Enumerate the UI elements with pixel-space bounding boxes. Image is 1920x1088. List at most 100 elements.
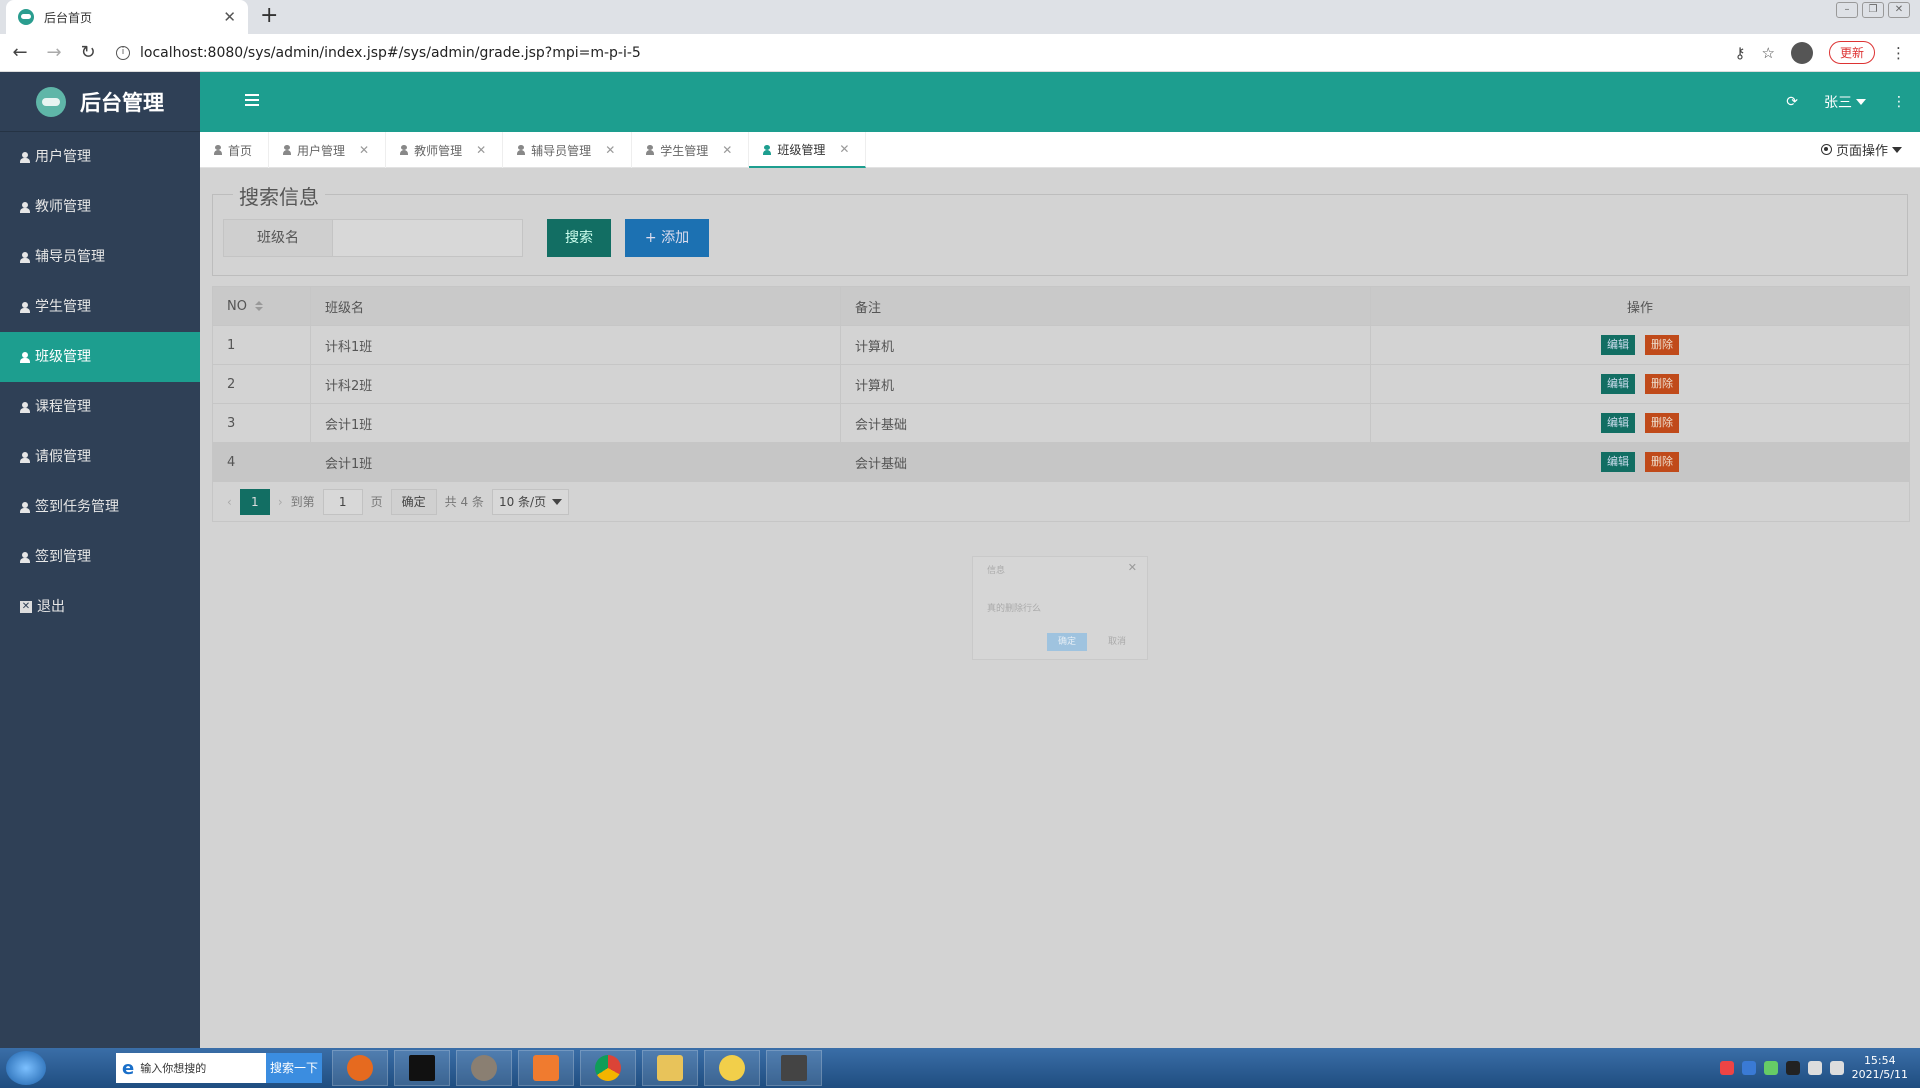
tab-students[interactable]: 学生管理 ✕ xyxy=(632,132,750,168)
sidebar-item-users[interactable]: 用户管理 xyxy=(0,132,200,182)
sidebar-item-teachers[interactable]: 教师管理 xyxy=(0,182,200,232)
sidebar-item-label: 用户管理 xyxy=(35,149,91,165)
sidebar-item-label: 签到管理 xyxy=(35,549,91,565)
edit-button[interactable]: 编辑 xyxy=(1601,413,1635,433)
goto-page-input[interactable]: 1 xyxy=(322,488,363,515)
search-legend: 搜索信息 xyxy=(233,181,325,210)
tab-label: 班级管理 xyxy=(777,142,826,157)
browser-menu-icon[interactable]: ⋮ xyxy=(1891,44,1906,62)
dialog-ok-button[interactable]: 确定 xyxy=(1047,633,1087,651)
delete-button[interactable]: 删除 xyxy=(1645,374,1679,394)
search-button[interactable]: 搜索 xyxy=(547,219,611,257)
forward-icon[interactable]: → xyxy=(40,42,68,63)
sidebar-item-checkin-tasks[interactable]: 签到任务管理 xyxy=(0,482,200,532)
total-count: 共 4 条 xyxy=(444,495,484,509)
minimize-icon[interactable]: – xyxy=(1836,2,1858,18)
cell-name: 计科2班 xyxy=(310,364,841,404)
sidebar-item-counselors[interactable]: 辅导员管理 xyxy=(0,232,200,282)
file-explorer-app-icon[interactable] xyxy=(642,1050,698,1086)
close-icon[interactable]: ✕ xyxy=(1128,561,1137,574)
more-vertical-icon[interactable]: ⋮ xyxy=(1892,94,1906,110)
restore-icon[interactable]: ❐ xyxy=(1862,2,1884,18)
chevron-down-icon xyxy=(552,498,563,505)
user-dropdown[interactable]: 张三 xyxy=(1824,92,1866,112)
ime-icon[interactable] xyxy=(1719,1061,1734,1075)
dialog-cancel-button[interactable]: 取消 xyxy=(1099,633,1135,651)
tab-users[interactable]: 用户管理 ✕ xyxy=(269,132,387,168)
edit-button[interactable]: 编辑 xyxy=(1601,452,1635,472)
close-tab-icon[interactable]: ✕ xyxy=(223,8,236,26)
close-window-icon[interactable]: ✕ xyxy=(1888,2,1910,18)
reload-icon[interactable]: ↻ xyxy=(74,42,102,63)
intellij-app-icon[interactable] xyxy=(394,1050,450,1086)
next-page-icon[interactable]: › xyxy=(278,495,283,509)
add-button[interactable]: + 添加 xyxy=(625,219,709,257)
url-field[interactable]: i localhost:8080/sys/admin/index.jsp#/sy… xyxy=(116,39,1735,67)
user-icon xyxy=(20,451,30,463)
settings-app-icon[interactable] xyxy=(518,1050,574,1086)
tab-label: 辅导员管理 xyxy=(531,143,592,158)
new-tab-icon[interactable]: + xyxy=(260,3,278,28)
sidebar-item-checkins[interactable]: 签到管理 xyxy=(0,532,200,582)
close-icon[interactable]: ✕ xyxy=(839,142,849,156)
page-size-select[interactable]: 10 条/页 xyxy=(491,488,570,515)
sidebar-item-courses[interactable]: 课程管理 xyxy=(0,382,200,432)
goto-confirm-button[interactable]: 确定 xyxy=(390,488,437,515)
clock[interactable]: 15:54 2021/5/11 xyxy=(1852,1054,1908,1082)
star-icon[interactable]: ☆ xyxy=(1762,44,1775,62)
start-button[interactable] xyxy=(6,1051,46,1085)
user-icon xyxy=(20,551,30,563)
page-number-current[interactable]: 1 xyxy=(239,488,270,515)
chrome-app-icon[interactable] xyxy=(580,1050,636,1086)
column-header-no[interactable]: NO xyxy=(212,286,311,326)
site-info-icon[interactable]: i xyxy=(116,45,130,60)
menu-toggle-icon[interactable] xyxy=(245,94,259,106)
refresh-icon[interactable]: ⟳ xyxy=(1786,94,1798,110)
sort-icon[interactable] xyxy=(254,301,263,311)
profile-avatar-icon[interactable] xyxy=(1790,41,1813,64)
battery-icon[interactable] xyxy=(1763,1061,1778,1075)
page-suffix: 页 xyxy=(370,495,383,509)
network-icon[interactable] xyxy=(1829,1061,1844,1075)
tab-counselors[interactable]: 辅导员管理 ✕ xyxy=(503,132,633,168)
close-icon[interactable]: ✕ xyxy=(722,143,732,157)
user-photo-app-icon[interactable] xyxy=(456,1050,512,1086)
close-icon[interactable]: ✕ xyxy=(359,143,369,157)
sidebar-item-classes[interactable]: 班级管理 xyxy=(0,332,200,382)
terminal-app-icon[interactable] xyxy=(766,1050,822,1086)
close-icon[interactable]: ✕ xyxy=(476,143,486,157)
taskbar-search-button[interactable]: 搜索一下 xyxy=(266,1053,322,1083)
user-icon xyxy=(20,351,30,363)
sidebar: 后台管理 用户管理 教师管理 辅导员管理 学生管理 班级管理 课程管理 请假管理… xyxy=(0,72,200,1048)
update-button[interactable]: 更新 xyxy=(1828,41,1875,64)
tab-teachers[interactable]: 教师管理 ✕ xyxy=(386,132,504,168)
add-button-label: 添加 xyxy=(661,230,690,246)
tab-classes[interactable]: 班级管理 ✕ xyxy=(749,132,867,168)
edit-button[interactable]: 编辑 xyxy=(1601,374,1635,394)
delete-button[interactable]: 删除 xyxy=(1645,413,1679,433)
tab-home[interactable]: 首页 xyxy=(200,132,270,168)
firefox-app-icon[interactable] xyxy=(332,1050,388,1086)
user-icon xyxy=(763,145,772,155)
help-icon[interactable] xyxy=(1741,1061,1756,1075)
delete-button[interactable]: 删除 xyxy=(1645,335,1679,355)
back-icon[interactable]: ← xyxy=(6,42,34,63)
sidebar-item-logout[interactable]: ✕ 退出 xyxy=(0,582,200,632)
key-icon[interactable]: ⚷ xyxy=(1735,44,1746,62)
sidebar-item-leave[interactable]: 请假管理 xyxy=(0,432,200,482)
edit-button[interactable]: 编辑 xyxy=(1601,335,1635,355)
prev-page-icon[interactable]: ‹ xyxy=(227,495,232,509)
class-name-input[interactable] xyxy=(333,219,523,257)
cell-actions: 编辑 删除 xyxy=(1370,325,1910,365)
search-panel: 搜索信息 班级名 搜索 + 添加 xyxy=(212,181,1908,276)
delete-button[interactable]: 删除 xyxy=(1645,452,1679,472)
folder-app-icon[interactable] xyxy=(704,1050,760,1086)
page-operations-dropdown[interactable]: 页面操作 xyxy=(1820,132,1920,167)
close-icon[interactable]: ✕ xyxy=(605,143,615,157)
url-text: localhost:8080/sys/admin/index.jsp#/sys/… xyxy=(140,44,641,61)
sidebar-item-students[interactable]: 学生管理 xyxy=(0,282,200,332)
qq-icon[interactable] xyxy=(1785,1061,1800,1075)
volume-icon[interactable] xyxy=(1807,1061,1822,1075)
address-bar-row: ← → ↻ i localhost:8080/sys/admin/index.j… xyxy=(0,34,1920,72)
browser-tab[interactable]: 后台首页 ✕ xyxy=(6,0,248,34)
